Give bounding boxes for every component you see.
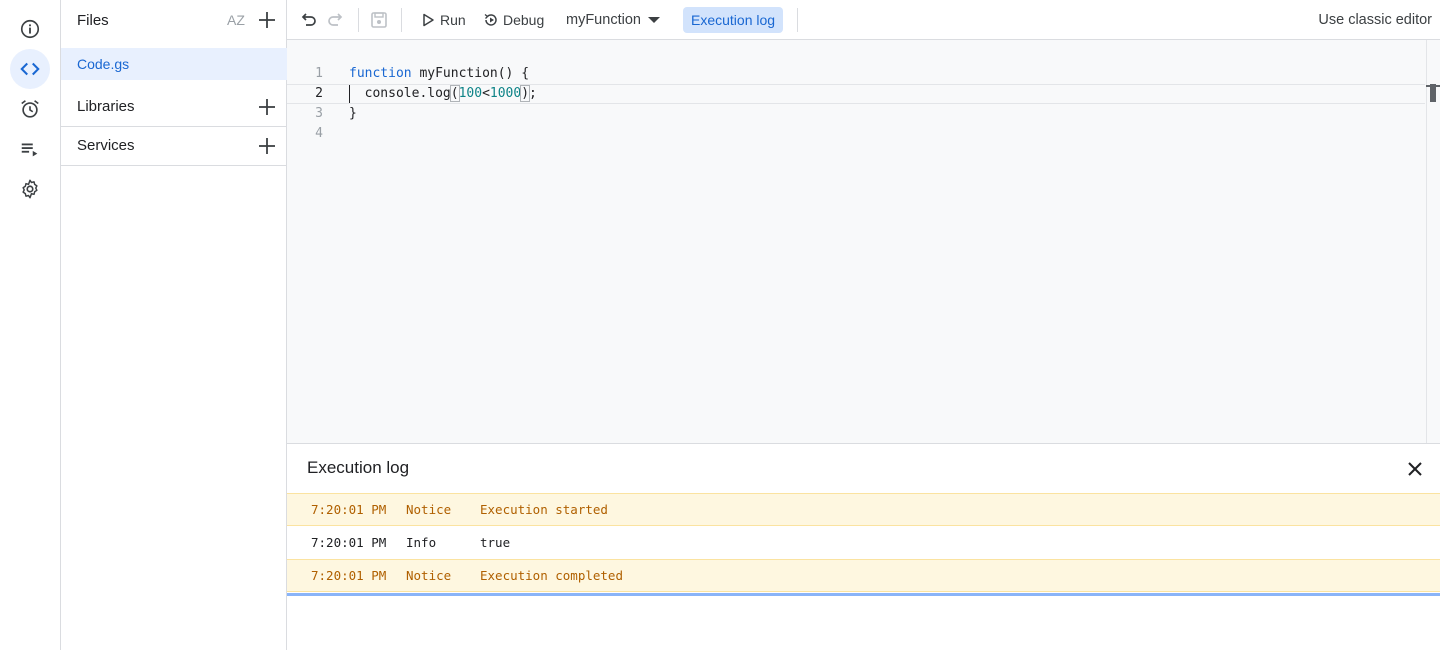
editor-button[interactable] [10,49,50,89]
sort-files-button[interactable]: AZ [225,10,247,30]
use-classic-editor-label: Use classic editor [1318,12,1432,28]
log-time: 7:20:01 PM [311,568,387,583]
log-level: Notice [406,502,452,517]
services-header: Services [61,126,287,166]
editor-scrollbar[interactable] [1426,40,1440,443]
redo-button[interactable] [326,10,346,30]
log-message: true [480,535,511,550]
function-select-value: myFunction [566,12,641,28]
number-token: 100 [458,86,483,101]
libraries-title: Libraries [77,98,135,115]
add-library-button[interactable] [257,97,277,117]
debug-label: Debug [503,12,545,28]
play-icon [423,13,434,27]
run-label: Run [440,12,466,28]
log-time: 7:20:01 PM [311,535,387,550]
info-icon [20,19,40,39]
triggers-button[interactable] [10,89,50,129]
log-row: 7:20:01 PM Notice Execution completed [287,559,1440,592]
execution-log-label: Execution log [691,12,776,28]
plus-icon [259,99,275,115]
code-token: myFunction() { [411,66,530,81]
file-name: Code.gs [77,56,130,72]
line-number: 1 [315,66,323,81]
executions-button[interactable] [10,129,50,169]
files-panel: Files AZ Code.gs Libraries Services [61,0,287,650]
line-number: 3 [315,106,323,121]
toolbar-divider [401,8,402,32]
log-row: 7:20:01 PM Notice Execution started [287,493,1440,526]
log-time: 7:20:01 PM [311,502,387,517]
libraries-header: Libraries [61,87,287,127]
execution-log-panel: Execution log 7:20:01 PM Notice Executio… [287,443,1440,650]
log-progress-bar [287,593,1440,596]
use-classic-editor-button[interactable]: Use classic editor [1318,0,1432,40]
alarm-icon [21,100,39,118]
scrollbar-cursor-marker [1426,85,1440,87]
code-line: 1 function myFunction() { [287,64,1425,84]
log-message: Execution started [480,502,608,517]
execution-log-button[interactable]: Execution log [683,7,784,33]
log-message: Execution completed [480,568,623,583]
function-select[interactable]: myFunction [566,0,662,40]
close-icon [1408,462,1422,476]
gear-icon [22,179,38,199]
files-header: Files AZ [61,0,287,40]
log-row: 7:20:01 PM Info true [287,526,1440,559]
code-token: ; [529,86,537,101]
left-navigation-rail [0,0,61,650]
operator-token: < [482,86,490,101]
undo-icon [301,13,316,26]
add-service-button[interactable] [257,136,277,156]
bracket-match: ) [520,85,531,102]
number-token: 1000 [489,86,522,101]
code-token: console.log [349,86,451,101]
line-number: 2 [315,86,323,101]
toolbar-divider [358,8,359,32]
code-text: console.log(100<1000); [349,84,537,104]
overview-button[interactable] [10,9,50,49]
keyword-token: function [349,66,412,81]
log-level: Notice [406,568,452,583]
debug-icon [484,13,497,26]
save-button[interactable] [369,10,389,30]
file-item-code-gs[interactable]: Code.gs [61,48,287,80]
playlist-play-icon [21,143,38,157]
plus-icon [259,138,275,154]
run-button[interactable]: Run [420,0,466,40]
undo-button[interactable] [298,10,318,30]
code-text: function myFunction() { [349,64,529,84]
sort-az-icon: AZ [227,12,245,28]
debug-button[interactable]: Debug [483,0,544,40]
log-level: Info [406,535,437,550]
editor-toolbar: Run Debug myFunction Execution log Use c… [287,0,1440,40]
services-title: Services [77,137,135,154]
code-line: 4 [287,124,1425,144]
redo-icon [328,13,343,26]
code-text: } [349,106,357,121]
code-icon [20,62,40,76]
caret-down-icon [647,17,660,23]
close-log-button[interactable] [1406,460,1424,478]
line-number: 4 [315,126,323,141]
save-icon [371,12,387,28]
settings-button[interactable] [10,169,50,209]
bracket-match: ( [449,85,460,102]
code-line: 3 } [287,104,1425,124]
add-file-button[interactable] [257,10,277,30]
code-editor[interactable]: 1 function myFunction() { 2 console.log(… [287,40,1440,443]
toolbar-divider [797,8,798,32]
execution-log-title: Execution log [307,458,410,477]
code-line-current: 2 console.log(100<1000); [287,84,1425,104]
files-title: Files [77,11,109,29]
plus-icon [259,12,275,28]
